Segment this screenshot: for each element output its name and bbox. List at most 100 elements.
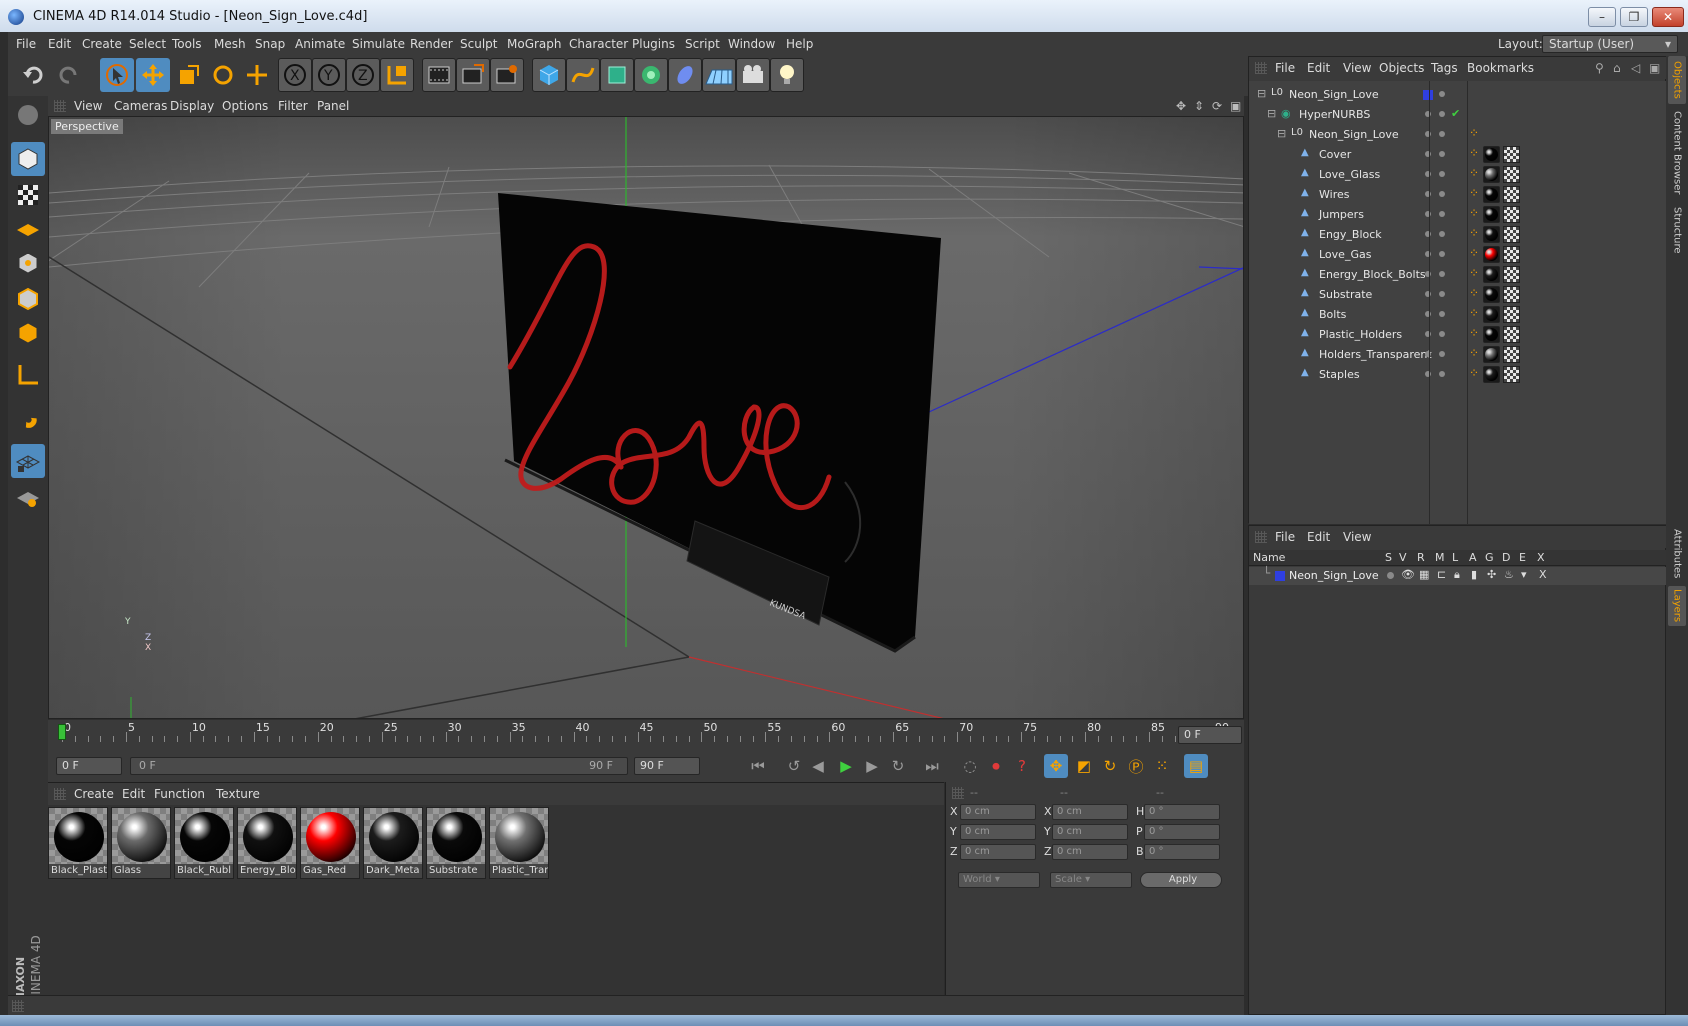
next-frame-icon[interactable]: ▶	[860, 754, 884, 778]
material-tag-icon[interactable]	[1483, 246, 1500, 263]
coordinate-field[interactable]: 0 cm	[960, 844, 1036, 860]
timeline-window-icon[interactable]: ▤	[1184, 754, 1208, 778]
editor-visibility-dot[interactable]	[1425, 371, 1431, 377]
phong-tag-icon[interactable]	[1503, 326, 1520, 343]
material-swatch[interactable]: Black_Rubl	[174, 807, 234, 879]
object-row[interactable]: ▲ Wires ⁘	[1249, 185, 1667, 205]
object-menu-edit[interactable]: Edit	[1307, 61, 1330, 75]
key-scale-icon[interactable]: ◩	[1072, 754, 1096, 778]
coordinate-field[interactable]: 0 °	[1144, 824, 1220, 840]
menu-mograph[interactable]: MoGraph	[507, 37, 562, 51]
spline-icon[interactable]	[566, 58, 600, 92]
material-tag-icon[interactable]	[1483, 206, 1500, 223]
close-button[interactable]: ✕	[1652, 7, 1684, 27]
x-axis-icon[interactable]: X	[278, 58, 312, 92]
layer-tag-icon[interactable]: ⁘	[1469, 306, 1479, 320]
previous-key-icon[interactable]: ↺	[782, 754, 806, 778]
tab-content-browser[interactable]: Content Browser	[1668, 108, 1686, 198]
viewport-dolly-icon[interactable]: ⇕	[1194, 99, 1204, 113]
render-visibility-dot[interactable]	[1439, 251, 1445, 257]
collapse-icon[interactable]: ⊟	[1267, 107, 1276, 120]
generator-toggle-icon[interactable]: ✣	[1487, 568, 1496, 581]
rotate-icon[interactable]	[206, 58, 240, 92]
render-visibility-dot[interactable]	[1439, 231, 1445, 237]
move-icon[interactable]	[136, 58, 170, 92]
material-menu-create[interactable]: Create	[74, 787, 114, 801]
editor-visibility-dot[interactable]	[1425, 171, 1431, 177]
editor-visibility-dot[interactable]	[1425, 251, 1431, 257]
object-row[interactable]: ▲ Plastic_Holders ⁘	[1249, 325, 1667, 345]
layer-menu-edit[interactable]: Edit	[1307, 530, 1330, 544]
object-row[interactable]: ▲ Cover ⁘	[1249, 145, 1667, 165]
object-name[interactable]: Staples	[1319, 368, 1360, 381]
viewport-move-icon[interactable]: ✥	[1176, 99, 1186, 113]
layer-tag-icon[interactable]: ⁘	[1469, 126, 1479, 140]
material-tag-icon[interactable]	[1483, 266, 1500, 283]
current-frame-field[interactable]: 0 F	[1178, 726, 1242, 744]
material-name[interactable]: Energy_Blo	[238, 864, 296, 878]
menu-edit[interactable]: Edit	[48, 37, 71, 51]
object-name[interactable]: Neon_Sign_Love	[1309, 128, 1399, 141]
render-toggle-icon[interactable]: ▦	[1419, 568, 1429, 581]
layer-column-name[interactable]: Name	[1253, 551, 1285, 564]
animation-toggle-icon[interactable]: ▮	[1471, 568, 1477, 581]
restore-button[interactable]: ❐	[1620, 7, 1648, 27]
editor-visibility-dot[interactable]	[1425, 351, 1431, 357]
perspective-viewport[interactable]: KUNDSA Perspective Y Z X	[48, 116, 1244, 719]
size-mode-dropdown[interactable]: Scale ▾	[1050, 872, 1132, 888]
object-name[interactable]: Energy_Block_Bolts	[1319, 268, 1426, 281]
manager-toggle-icon[interactable]: ⊏	[1437, 568, 1446, 581]
key-parameter-icon[interactable]: Ⓟ	[1124, 754, 1148, 778]
editor-visibility-dot[interactable]	[1425, 191, 1431, 197]
material-name[interactable]: Dark_Meta	[364, 864, 422, 878]
object-name[interactable]: Wires	[1319, 188, 1349, 201]
coordinate-field[interactable]: 0 cm	[960, 804, 1036, 820]
next-key-icon[interactable]: ↻	[886, 754, 910, 778]
search-icon[interactable]: ⚲	[1595, 61, 1604, 75]
back-icon[interactable]: ◁	[1631, 61, 1640, 75]
editor-visibility-dot[interactable]	[1425, 151, 1431, 157]
material-swatch[interactable]: Glass	[111, 807, 171, 879]
solo-toggle[interactable]	[1387, 572, 1394, 579]
phong-tag-icon[interactable]	[1503, 246, 1520, 263]
object-row[interactable]: ▲ Bolts ⁘	[1249, 305, 1667, 325]
render-visibility-dot[interactable]	[1439, 311, 1445, 317]
object-menu-view[interactable]: View	[1343, 61, 1371, 75]
layer-column-g[interactable]: G	[1485, 551, 1494, 564]
coordinate-field[interactable]: 0 cm	[960, 824, 1036, 840]
material-swatch[interactable]: Energy_Blo	[237, 807, 297, 879]
layer-tag-icon[interactable]: ⁘	[1469, 246, 1479, 260]
object-row[interactable]: ▲ Jumpers ⁘	[1249, 205, 1667, 225]
object-row[interactable]: ▲ Substrate ⁘	[1249, 285, 1667, 305]
render-picture-viewer-icon[interactable]	[456, 58, 490, 92]
render-visibility-dot[interactable]	[1439, 331, 1445, 337]
points-mode-icon[interactable]	[11, 246, 45, 280]
object-name[interactable]: Jumpers	[1319, 208, 1364, 221]
layer-color-swatch[interactable]	[1275, 571, 1285, 581]
layer-column-a[interactable]: A	[1469, 551, 1477, 564]
viewport-rotate-icon[interactable]: ⟳	[1212, 99, 1222, 113]
texture-mode-icon[interactable]	[11, 178, 45, 212]
live-select-icon[interactable]	[240, 58, 274, 92]
material-menu-edit[interactable]: Edit	[122, 787, 145, 801]
menu-help[interactable]: Help	[786, 37, 813, 51]
material-tag-icon[interactable]	[1483, 326, 1500, 343]
object-row[interactable]: ▲ Staples ⁘	[1249, 365, 1667, 385]
material-menu-function[interactable]: Function	[154, 787, 205, 801]
workplane-mode-icon[interactable]	[11, 212, 45, 246]
coordinate-field[interactable]: 0 cm	[1052, 844, 1128, 860]
viewport-menu-cameras[interactable]: Cameras	[114, 99, 167, 113]
material-name[interactable]: Plastic_Trar	[490, 864, 548, 878]
material-swatch[interactable]: Dark_Meta	[363, 807, 423, 879]
material-tag-icon[interactable]	[1483, 366, 1500, 383]
menu-simulate[interactable]: Simulate	[352, 37, 405, 51]
object-menu-bookmarks[interactable]: Bookmarks	[1467, 61, 1534, 75]
object-name[interactable]: Love_Gas	[1319, 248, 1371, 261]
coordinate-field[interactable]: 0 cm	[1052, 824, 1128, 840]
coordinate-field[interactable]: 0 °	[1144, 804, 1220, 820]
coordinate-field[interactable]: 0 cm	[1052, 804, 1128, 820]
timeline-ruler[interactable]: 051015202530354045505560657075808590 0 F	[48, 720, 1244, 750]
editor-visibility-dot[interactable]	[1425, 211, 1431, 217]
material-tag-icon[interactable]	[1483, 226, 1500, 243]
play-icon[interactable]: ▶	[834, 754, 858, 778]
